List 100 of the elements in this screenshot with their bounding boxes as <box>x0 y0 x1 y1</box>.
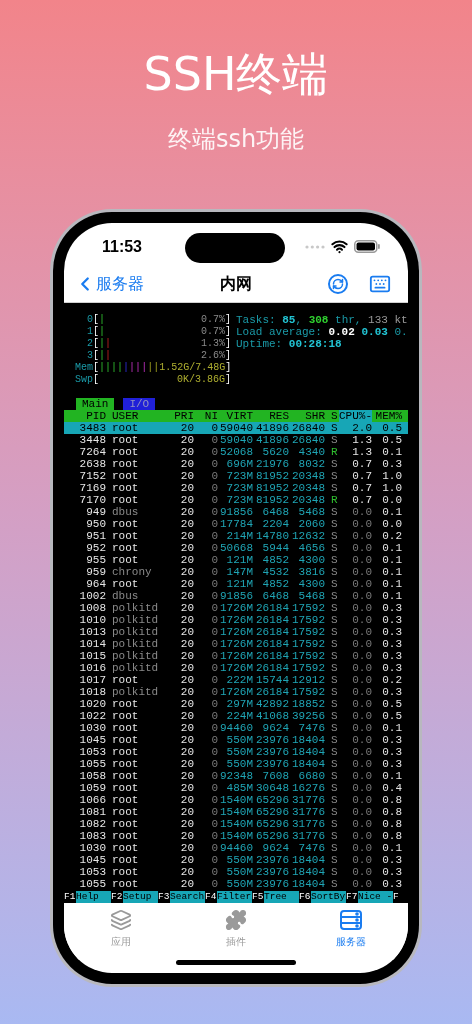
process-row[interactable]: 1010 polkitd 20 0 1726M 26184 17592 S 0.0 0.3 <box>64 614 408 626</box>
table-cell-text: root <box>111 518 140 530</box>
back-button[interactable]: 服务器 <box>74 272 144 296</box>
function-key-button[interactable]: Setup <box>123 891 158 903</box>
process-row[interactable]: 3448 root 20 0 59040 41896 26840 S 1.3 0.5 <box>64 434 408 446</box>
table-cell-text: S <box>330 674 339 686</box>
process-row[interactable]: 1045 root 20 0 550M 23976 18404 S 0.0 0.3 <box>64 854 408 866</box>
table-cell-text: R <box>330 446 339 458</box>
column-header[interactable]: PRI <box>164 410 194 422</box>
process-row[interactable]: 1017 root 20 0 222M 15744 12912 S 0.0 0.2 <box>64 674 408 686</box>
function-key-button[interactable]: Search <box>170 891 205 903</box>
process-row[interactable]: 1055 root 20 0 550M 23976 18404 S 0.0 0.3 <box>64 758 408 770</box>
tab-bar-item[interactable]: 服务器 <box>310 909 391 949</box>
process-row[interactable]: 7170 root 20 0 723M 81952 20348 R 0.7 0.0 <box>64 494 408 506</box>
process-row[interactable]: 1055 root 20 0 550M 23976 18404 S 0.0 0.3 <box>64 878 408 890</box>
column-header[interactable]: CPU%- <box>339 410 372 422</box>
process-row[interactable]: 949 dbus 20 0 91856 6468 5468 S 0.0 0.1 <box>64 506 408 518</box>
process-row[interactable]: 1016 polkitd 20 0 1726M 26184 17592 S 0.0 0.3 <box>64 662 408 674</box>
table-cell-text: 0 <box>210 542 218 554</box>
process-row[interactable]: 1045 root 20 0 550M 23976 18404 S 0.0 0.3 <box>64 734 408 746</box>
table-cell-text: 7170 <box>78 494 106 506</box>
process-row[interactable]: 1020 root 20 0 297M 42892 18852 S 0.0 0.5 <box>64 698 408 710</box>
process-row[interactable]: 1030 root 20 0 94460 9624 7476 S 0.0 0.1 <box>64 722 408 734</box>
table-cell-text: root <box>111 782 140 794</box>
table-cell-text: 26184 <box>255 650 289 662</box>
process-row[interactable]: 1008 polkitd 20 0 1726M 26184 17592 S 0.0 0.3 <box>64 602 408 614</box>
process-row[interactable]: 1014 polkitd 20 0 1726M 26184 17592 S 0.0 0.3 <box>64 638 408 650</box>
table-cell-text: 8032 <box>297 458 325 470</box>
column-header[interactable]: SHR <box>289 410 325 422</box>
table-cell-text: root <box>111 806 140 818</box>
table-cell-text: S <box>330 506 339 518</box>
function-key-button[interactable]: Tree <box>264 891 299 903</box>
table-cell-text: 0 <box>210 458 218 470</box>
process-row[interactable]: 950 root 20 0 17784 2204 2060 S 0.0 0.0 <box>64 518 408 530</box>
column-header[interactable]: USER <box>106 410 164 422</box>
table-cell-text: 17592 <box>291 614 325 626</box>
table-cell-text: 0 <box>210 626 218 638</box>
table-cell-text: 1540M <box>219 794 253 806</box>
function-key-button[interactable]: Nice - <box>358 891 393 903</box>
table-cell-text: 12632 <box>291 530 325 542</box>
process-row[interactable]: 955 root 20 0 121M 4852 4300 S 0.0 0.1 <box>64 554 408 566</box>
process-row[interactable]: 1022 root 20 0 224M 41068 39256 S 0.0 0.5 <box>64 710 408 722</box>
table-cell-text: 0.0 <box>351 734 372 746</box>
table-cell-text: 18404 <box>291 758 325 770</box>
process-row[interactable]: 1059 root 20 0 485M 30648 16276 S 0.0 0.4 <box>64 782 408 794</box>
table-cell-text: 1020 <box>78 698 106 710</box>
column-header[interactable]: NI <box>194 410 218 422</box>
table-cell-text: 6680 <box>297 770 325 782</box>
table-cell-text: 0.0 <box>351 566 372 578</box>
process-row[interactable]: 1002 dbus 20 0 91856 6468 5468 S 0.0 0.1 <box>64 590 408 602</box>
table-cell-text: S <box>330 770 339 782</box>
process-row[interactable]: 1053 root 20 0 550M 23976 18404 S 0.0 0.3 <box>64 866 408 878</box>
function-key-button[interactable]: SortBy <box>311 891 346 903</box>
process-row[interactable]: 1058 root 20 0 92348 7608 6680 S 0.0 0.1 <box>64 770 408 782</box>
table-cell-text: 42892 <box>255 698 289 710</box>
table-cell-text: 0 <box>210 614 218 626</box>
process-row[interactable]: 1083 root 20 0 1540M 65296 31776 S 0.0 0.8 <box>64 830 408 842</box>
table-cell-text: 0.3 <box>381 602 402 614</box>
refresh-icon[interactable] <box>328 274 348 294</box>
process-row[interactable]: 7169 root 20 0 723M 81952 20348 S 0.7 1.0 <box>64 482 408 494</box>
table-cell-text: 949 <box>85 506 106 518</box>
meter-line: 1[| 0.7%] <box>86 326 231 338</box>
process-row[interactable]: 964 root 20 0 121M 4852 4300 S 0.0 0.1 <box>64 578 408 590</box>
table-cell-text: 21976 <box>255 458 289 470</box>
column-header[interactable]: PID <box>64 410 106 422</box>
function-key-button[interactable]: Filter <box>217 891 252 903</box>
table-cell-text: S <box>330 854 339 866</box>
function-key-button[interactable]: Help <box>76 891 111 903</box>
column-header[interactable]: VIRT <box>218 410 253 422</box>
table-cell-text: polkitd <box>111 662 160 674</box>
table-cell-text: polkitd <box>111 626 160 638</box>
column-header[interactable]: RES <box>253 410 289 422</box>
column-header[interactable]: S <box>325 410 339 422</box>
view-tab[interactable]: Main <box>76 398 115 410</box>
process-row[interactable]: 959 chrony 20 0 147M 4532 3816 S 0.0 0.1 <box>64 566 408 578</box>
process-row[interactable]: 1053 root 20 0 550M 23976 18404 S 0.0 0.3 <box>64 746 408 758</box>
process-row[interactable]: 1081 root 20 0 1540M 65296 31776 S 0.0 0.8 <box>64 806 408 818</box>
process-row[interactable]: 7152 root 20 0 723M 81952 20348 S 0.7 1.0 <box>64 470 408 482</box>
process-row[interactable]: 1030 root 20 0 94460 9624 7476 S 0.0 0.1 <box>64 842 408 854</box>
process-row[interactable]: 3483 root 20 0 59040 41896 26840 S 2.0 0.5 <box>64 422 408 434</box>
process-row[interactable]: 1082 root 20 0 1540M 65296 31776 S 0.0 0.8 <box>64 818 408 830</box>
process-row[interactable]: 2638 root 20 0 696M 21976 8032 S 0.7 0.3 <box>64 458 408 470</box>
table-cell-text: 7152 <box>78 470 106 482</box>
table-cell-text: S <box>330 458 339 470</box>
table-cell-text: 65296 <box>255 818 289 830</box>
process-row[interactable]: 1015 polkitd 20 0 1726M 26184 17592 S 0.0 0.3 <box>64 650 408 662</box>
process-row[interactable]: 1013 polkitd 20 0 1726M 26184 17592 S 0.0 0.3 <box>64 626 408 638</box>
process-row[interactable]: 1018 polkitd 20 0 1726M 26184 17592 S 0.0 0.3 <box>64 686 408 698</box>
table-cell-text: 1013 <box>78 626 106 638</box>
wifi-icon <box>331 238 348 255</box>
table-cell-text: 723M <box>225 494 253 506</box>
column-header[interactable]: MEM% <box>372 410 402 422</box>
table-cell-text: S <box>330 638 339 650</box>
process-row[interactable]: 952 root 20 0 50668 5944 4656 S 0.0 0.1 <box>64 542 408 554</box>
process-row[interactable]: 951 root 20 0 214M 14780 12632 S 0.0 0.2 <box>64 530 408 542</box>
process-row[interactable]: 1066 root 20 0 1540M 65296 31776 S 0.0 0.8 <box>64 794 408 806</box>
process-row[interactable]: 7264 root 20 0 52068 5620 4340 R 1.3 0.1 <box>64 446 408 458</box>
keyboard-icon[interactable] <box>368 273 392 295</box>
table-cell-text: 20 <box>179 494 194 506</box>
table-cell-text: 0 <box>210 818 218 830</box>
